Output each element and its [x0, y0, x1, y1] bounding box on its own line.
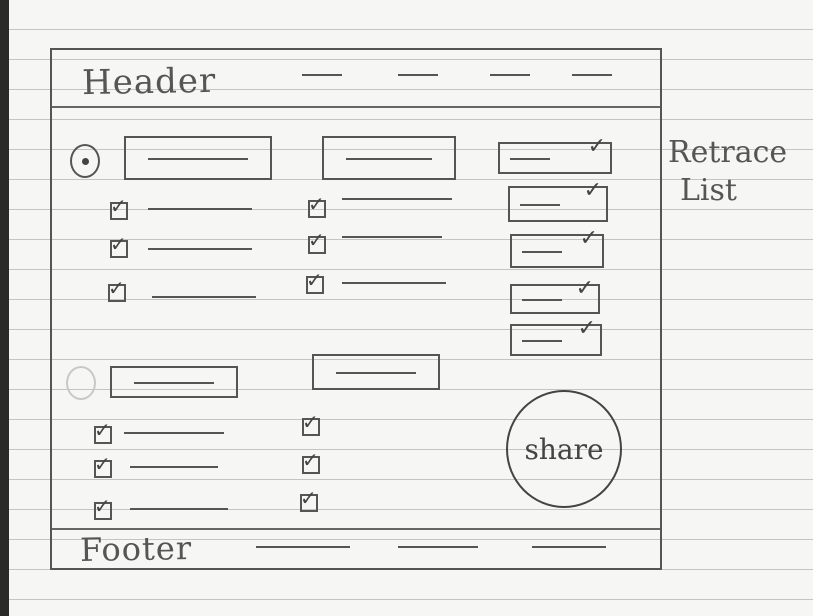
photo-edge	[0, 0, 9, 616]
group-1-col-1-item-1	[148, 208, 252, 210]
group-1-col-2-item-2	[342, 236, 442, 238]
group-1-col-1-checkbox-2[interactable]: ✓	[110, 234, 128, 258]
check-icon: ✓	[306, 268, 323, 292]
group-2-col-1-item-3	[130, 508, 228, 510]
group-2-col-2-checkbox-1[interactable]: ✓	[302, 412, 320, 436]
group-2-col-2-input[interactable]	[312, 354, 440, 390]
group-1-col-1-checkbox-3[interactable]: ✓	[108, 278, 126, 302]
group-1-col-1-item-3	[152, 296, 256, 298]
retrace-list-label-line-1: Retrace	[668, 135, 788, 170]
retrace-item-2[interactable]: ✓	[508, 180, 608, 222]
retrace-item-4[interactable]: ✓	[510, 278, 600, 314]
footer-link-1[interactable]	[256, 546, 350, 548]
group-2-col-1-input[interactable]	[110, 366, 238, 398]
nav-link-2[interactable]	[398, 74, 438, 76]
header-title: Header	[81, 60, 217, 104]
group-1-radio[interactable]	[70, 144, 100, 178]
nav-link-3[interactable]	[490, 74, 530, 76]
group-2-col-1-checkbox-1[interactable]: ✓	[94, 420, 112, 444]
check-icon: ✓	[94, 452, 111, 476]
group-2-col-2-checkbox-3[interactable]: ✓	[300, 488, 318, 512]
check-icon: ✓	[94, 494, 111, 518]
footer: Footer	[52, 528, 660, 569]
footer-link-2[interactable]	[398, 546, 478, 548]
group-2-col-1-item-1	[124, 432, 224, 434]
check-icon: ✓	[583, 178, 602, 203]
retrace-list-label-line-2: List	[680, 173, 737, 208]
check-icon: ✓	[575, 276, 594, 301]
check-icon: ✓	[110, 232, 127, 256]
group-2-col-1-checkbox-2[interactable]: ✓	[94, 454, 112, 478]
check-icon: ✓	[108, 276, 125, 300]
group-1-col-1-input[interactable]	[124, 136, 272, 180]
check-icon: ✓	[579, 226, 598, 251]
radio-selected-dot	[82, 158, 89, 165]
check-icon: ✓	[300, 486, 317, 510]
header: Header	[52, 50, 660, 108]
check-icon: ✓	[94, 418, 111, 442]
retrace-item-3[interactable]: ✓	[510, 228, 604, 268]
group-1-col-2-checkbox-2[interactable]: ✓	[308, 230, 326, 254]
group-1-col-1-item-2	[148, 248, 252, 250]
wireframe-page: Header ✓ ✓ ✓ ✓ ✓ ✓ ✓ ✓ ✓ ✓ ✓ ✓ ✓ ✓ ✓ ✓ ✓…	[50, 48, 662, 570]
group-1-col-2-checkbox-1[interactable]: ✓	[308, 194, 326, 218]
nav-link-4[interactable]	[572, 74, 612, 76]
check-icon: ✓	[110, 194, 127, 218]
group-1-col-2-input[interactable]	[322, 136, 456, 180]
retrace-item-5[interactable]: ✓	[510, 318, 602, 356]
share-button[interactable]: share	[506, 390, 622, 508]
group-2-col-1-item-2	[130, 466, 218, 468]
retrace-list-label: Retrace List	[668, 134, 813, 210]
footer-title: Footer	[79, 529, 193, 569]
group-2-col-1-checkbox-3[interactable]: ✓	[94, 496, 112, 520]
check-icon: ✓	[302, 448, 319, 472]
check-icon: ✓	[302, 410, 319, 434]
group-1-col-1-checkbox-1[interactable]: ✓	[110, 196, 128, 220]
footer-link-3[interactable]	[532, 546, 606, 548]
check-icon: ✓	[577, 316, 596, 341]
group-1-col-2-item-1	[342, 198, 452, 200]
check-icon: ✓	[308, 228, 325, 252]
check-icon: ✓	[587, 134, 606, 159]
check-icon: ✓	[308, 192, 325, 216]
group-1-col-2-item-3	[342, 282, 446, 284]
group-2-radio[interactable]	[66, 366, 96, 400]
nav-link-1[interactable]	[302, 74, 342, 76]
group-2-col-2-checkbox-2[interactable]: ✓	[302, 450, 320, 474]
retrace-item-1[interactable]: ✓	[498, 136, 612, 174]
group-1-col-2-checkbox-3[interactable]: ✓	[306, 270, 324, 294]
